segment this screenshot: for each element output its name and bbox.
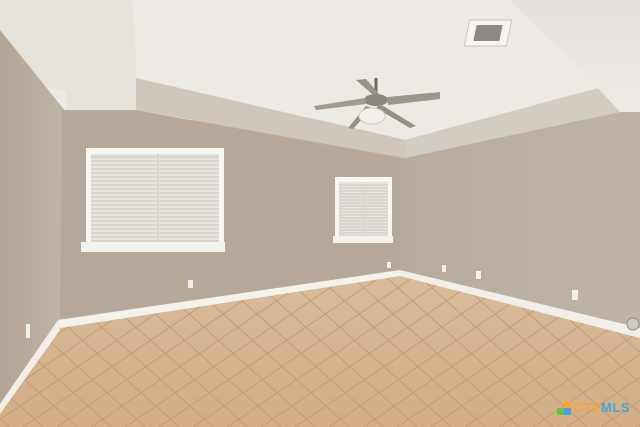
door-stop [626,317,640,331]
ctxmls-watermark: CTX MLS [556,400,630,415]
outlet [26,324,30,338]
window-left [81,148,225,252]
outlet [188,280,193,288]
outlet [572,290,578,300]
outlet [387,262,391,268]
watermark-mls: MLS [601,400,630,415]
outlet [476,271,481,279]
room-photo: CTX MLS [0,0,640,427]
window-right [333,177,393,243]
vent-icon [463,19,513,47]
room-illustration [0,0,640,427]
ctxmls-logo-icon [556,400,571,415]
watermark-ctx: CTX [573,400,602,415]
outlet [442,265,446,272]
